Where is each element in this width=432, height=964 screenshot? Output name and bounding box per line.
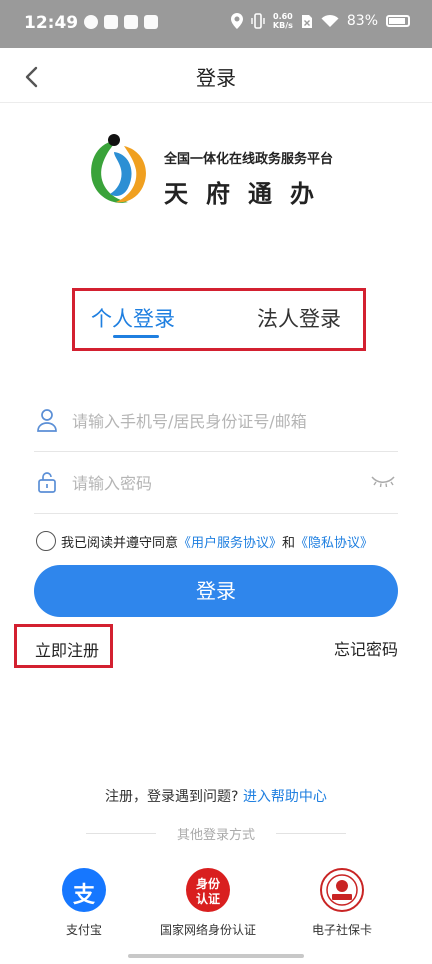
crown-icon [144,15,158,29]
notification-icons [84,15,158,29]
register-highlight-box: 立即注册 [14,624,113,668]
status-right: 0.60 KB/s 83% [230,12,410,30]
net-speed-value: 0.60 [273,12,293,21]
privacy-agreement-link[interactable]: 《隐私协议》 [295,532,373,551]
mail-icon [124,15,138,29]
alipay-glyph: 支 [72,883,95,908]
other-login-divider: 其他登录方式 [86,824,346,844]
sync-icon [84,15,98,29]
user-agreement-link[interactable]: 《用户服务协议》 [178,532,282,551]
logo-title: 天府通办 [164,180,332,208]
login-type-tabs: 个人登录 法人登录 [72,288,366,351]
divider-line-right [276,833,346,834]
help-line: 注册，登录遇到问题? 进入帮助中心 [0,786,432,806]
tab-legal-person-login[interactable]: 法人登录 [257,303,341,333]
national-id-auth-login-button[interactable]: 身份 认证 国家网络身份认证 [152,868,264,938]
help-prompt: 注册，登录遇到问题? [105,789,239,805]
net-speed: 0.60 KB/s [273,12,293,30]
login-button[interactable]: 登录 [34,565,398,617]
tiktok-icon [104,15,118,29]
tianfu-logo-icon [91,134,146,203]
alipay-login-button[interactable]: 支 支付宝 [52,868,116,938]
agreement-prefix: 我已阅读并遵守同意 [61,535,179,551]
agreement-row: 我已阅读并遵守同意 《用户服务协议》 和 《隐私协议》 [36,530,373,552]
status-time: 12:49 [24,13,79,33]
help-center-link[interactable]: 进入帮助中心 [243,789,327,805]
account-input[interactable] [72,406,372,436]
forgot-password-link[interactable]: 忘记密码 [334,636,398,660]
vibrate-icon [251,13,265,29]
social-security-card-login-button[interactable]: 电子社保卡 [300,868,384,938]
social-security-card-label: 电子社保卡 [311,923,372,937]
password-field-row [34,454,398,514]
page-title: 登录 [196,66,236,90]
register-link[interactable]: 立即注册 [35,637,99,661]
battery-icon [386,15,410,27]
lock-icon [38,472,56,493]
sim-disabled-icon [301,14,312,28]
home-indicator[interactable] [128,954,304,958]
wifi-icon [321,14,339,27]
active-tab-indicator [113,335,159,338]
status-bar: 12:49 0.60 KB/s 83% [0,0,432,48]
social-security-card-icon [320,868,364,912]
id-auth-label: 国家网络身份认证 [159,923,256,937]
eye-closed-icon[interactable] [370,474,396,488]
alipay-icon: 支 [62,868,106,912]
password-input[interactable] [72,468,372,498]
net-speed-unit: KB/s [272,21,293,30]
alipay-label: 支付宝 [65,923,102,937]
app-logo-block: 全国一体化在线政务服务平台 天府通办 [84,132,364,212]
battery-percent: 83% [346,13,378,29]
location-icon [230,13,243,29]
tab-personal-login[interactable]: 个人登录 [91,303,175,333]
logo-subtitle: 全国一体化在线政务服务平台 [164,152,334,167]
id-auth-glyph-bottom: 认证 [195,892,220,906]
account-field-row [34,392,398,452]
nav-header: 登录 [0,48,432,103]
agreement-checkbox[interactable] [36,531,56,551]
id-auth-icon: 身份 认证 [186,868,230,912]
user-icon [37,409,57,432]
agreement-and: 和 [282,535,296,551]
